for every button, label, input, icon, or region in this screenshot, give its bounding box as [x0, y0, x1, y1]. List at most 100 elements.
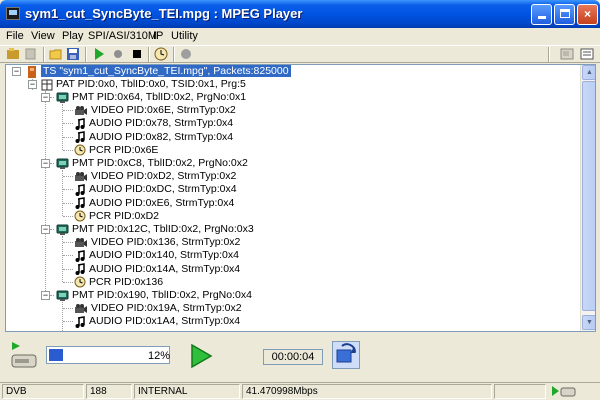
tree-content: − TS "sym1_cut_SyncByte_TEI.mpg", Packet…	[6, 65, 580, 331]
audio-stream-label: AUDIO PID:0xDC, StrmTyp:0x4	[89, 183, 237, 196]
tree-node-audio[interactable]: AUDIO PID:0xE6, StrmTyp:0x4	[74, 197, 234, 210]
video-stream-label: VIDEO PID:0xD2, StrmTyp:0x2	[91, 170, 237, 183]
record-icon	[114, 50, 122, 58]
pmt-collapse-toggle[interactable]: −	[41, 225, 50, 234]
window-title: sym1_cut_SyncByte_TEI.mpg : MPEG Player	[25, 6, 303, 21]
timer-button[interactable]	[154, 47, 168, 61]
tree-node-audio[interactable]: AUDIO PID:0x1A4, StrmTyp:0x4	[74, 315, 240, 328]
pcr-stream-label: PCR PID:0xD2	[89, 209, 160, 222]
minimize-icon	[537, 16, 546, 19]
close-button[interactable]: ×	[577, 4, 598, 25]
tree-node-pmt[interactable]: PMT PID:0x64, TblID:0x2, PrgNo:0x1	[56, 91, 246, 104]
pmt-monitor-icon	[56, 158, 69, 169]
disabled-tool-button[interactable]	[24, 47, 38, 61]
menu-spi-asi[interactable]: SPI/ASI/310M	[88, 30, 157, 42]
tree-node-pcr[interactable]: PCR PID:0x6E	[74, 144, 158, 157]
pcr-clock-icon	[74, 276, 86, 288]
tree-node-pcr[interactable]: PCR PID:0x136	[74, 276, 163, 289]
music-note-icon	[75, 316, 85, 328]
music-note-icon	[75, 263, 85, 276]
open-stream-icon	[7, 48, 19, 59]
tree-node-audio[interactable]: AUDIO PID:0x140, StrmTyp:0x4	[74, 249, 239, 262]
record-button[interactable]	[111, 47, 125, 61]
pcr-clock-icon	[74, 210, 86, 222]
audio-stream-label: AUDIO PID:0x78, StrmTyp:0x4	[89, 117, 234, 130]
tree-node-audio[interactable]: AUDIO PID:0x78, StrmTyp:0x4	[74, 117, 233, 130]
maximize-icon	[559, 9, 570, 18]
root-collapse-toggle[interactable]: −	[12, 67, 21, 76]
stop-button[interactable]	[130, 47, 144, 61]
status-light-button[interactable]	[179, 47, 193, 61]
elapsed-time: 00:00:04	[263, 349, 323, 365]
pmt-collapse-toggle[interactable]: −	[41, 93, 50, 102]
scroll-thumb[interactable]	[582, 81, 595, 311]
status-packet-size: 188	[86, 384, 132, 399]
pmt-collapse-toggle[interactable]: −	[41, 291, 50, 300]
pcr-stream-label: PCR PID:0x136	[89, 275, 164, 288]
tree-vertical-scrollbar[interactable]: ▲ ▼	[580, 65, 595, 331]
tree-node-audio[interactable]: AUDIO PID:0x82, StrmTyp:0x4	[74, 131, 233, 144]
loop-button[interactable]	[332, 341, 360, 369]
scroll-up-button[interactable]: ▲	[582, 65, 595, 80]
tree-node-audio[interactable]: AUDIO PID:0xDC, StrmTyp:0x4	[74, 183, 237, 196]
pmt-label: PMT PID:0x190, TblID:0x2, PrgNo:0x4	[72, 289, 252, 301]
save-button[interactable]	[66, 47, 80, 61]
menu-file[interactable]: File	[6, 30, 24, 42]
tree-node-pmt[interactable]: PMT PID:0x12C, TblID:0x2, PrgNo:0x3	[56, 223, 254, 236]
tree-node-ts-root[interactable]: TS "sym1_cut_SyncByte_TEI.mpg", Packets:…	[26, 65, 291, 78]
scroll-down-button[interactable]: ▼	[582, 315, 595, 330]
stream-tree[interactable]: − TS "sym1_cut_SyncByte_TEI.mpg", Packet…	[5, 64, 596, 332]
video-camera-icon	[75, 303, 87, 313]
music-note-icon	[75, 118, 85, 130]
tree-node-video[interactable]: VIDEO PID:0x6E, StrmTyp:0x2	[74, 104, 236, 117]
open-folder-button[interactable]	[49, 47, 63, 61]
audio-stream-label: AUDIO PID:0x14A, StrmTyp:0x4	[89, 262, 241, 275]
play-tool-button[interactable]	[92, 47, 106, 61]
open-stream-button[interactable]	[6, 47, 20, 61]
window-tool-button[interactable]	[560, 47, 574, 61]
ts-root-label: TS "sym1_cut_SyncByte_TEI.mpg", Packets:…	[41, 65, 291, 77]
tree-node-pcr[interactable]: PCR PID:0xD2	[74, 210, 159, 223]
tree-node-video[interactable]: VIDEO PID:0x19A, StrmTyp:0x2	[74, 302, 242, 315]
indicator-icon	[181, 49, 191, 59]
menu-play[interactable]: Play	[62, 30, 83, 42]
status-standard: DVB	[2, 384, 84, 399]
audio-stream-label: AUDIO PID:0xE6, StrmTyp:0x4	[89, 196, 235, 209]
stop-icon	[133, 50, 141, 58]
pcr-clock-icon	[74, 144, 86, 156]
pmt-label: PMT PID:0x12C, TblID:0x2, PrgNo:0x3	[72, 223, 254, 235]
menu-view[interactable]: View	[31, 30, 55, 42]
pcr-stream-label: PCR PID:0x6E	[89, 143, 159, 156]
pmt-label: PMT PID:0xC8, TblID:0x2, PrgNo:0x2	[72, 157, 248, 169]
output-active-icon	[552, 386, 576, 397]
pat-collapse-toggle[interactable]: −	[28, 80, 37, 89]
tree-node-pat[interactable]: PAT PID:0x0, TblID:0x0, TSID:0x1, Prg:5	[41, 78, 246, 91]
title-bar: sym1_cut_SyncByte_TEI.mpg : MPEG Player …	[0, 0, 600, 28]
video-stream-label: VIDEO PID:0x6E, StrmTyp:0x2	[91, 104, 236, 117]
progress-fill	[49, 349, 63, 361]
pmt-collapse-toggle[interactable]: −	[41, 159, 50, 168]
output-status-indicator	[551, 385, 577, 400]
play-icon	[95, 48, 104, 60]
menu-ip[interactable]: IP	[153, 30, 163, 42]
maximize-button[interactable]	[554, 4, 575, 25]
output-device-icon	[11, 342, 37, 368]
minimize-button[interactable]	[531, 4, 552, 25]
video-camera-icon	[75, 105, 87, 115]
tree-node-audio[interactable]: AUDIO PID:0x14A, StrmTyp:0x4	[74, 263, 240, 276]
pmt-monitor-icon	[56, 290, 69, 301]
menu-utility[interactable]: Utility	[171, 30, 198, 42]
tree-node-pmt[interactable]: PMT PID:0xC8, TblID:0x2, PrgNo:0x2	[56, 157, 248, 170]
tree-node-video[interactable]: VIDEO PID:0xD2, StrmTyp:0x2	[74, 170, 236, 183]
clock-icon	[154, 47, 168, 61]
music-note-icon	[75, 250, 85, 262]
tree-node-video[interactable]: VIDEO PID:0x136, StrmTyp:0x2	[74, 236, 240, 249]
pat-table-icon	[41, 79, 53, 90]
audio-stream-label: AUDIO PID:0x140, StrmTyp:0x4	[89, 249, 239, 262]
properties-icon	[580, 48, 594, 60]
tree-node-pmt[interactable]: PMT PID:0x190, TblID:0x2, PrgNo:0x4	[56, 289, 252, 302]
play-button[interactable]	[188, 343, 214, 369]
status-bitrate: 41.470998Mbps	[242, 384, 492, 399]
pat-label: PAT PID:0x0, TblID:0x0, TSID:0x1, Prg:5	[56, 78, 246, 90]
settings-tool-button[interactable]	[580, 47, 594, 61]
